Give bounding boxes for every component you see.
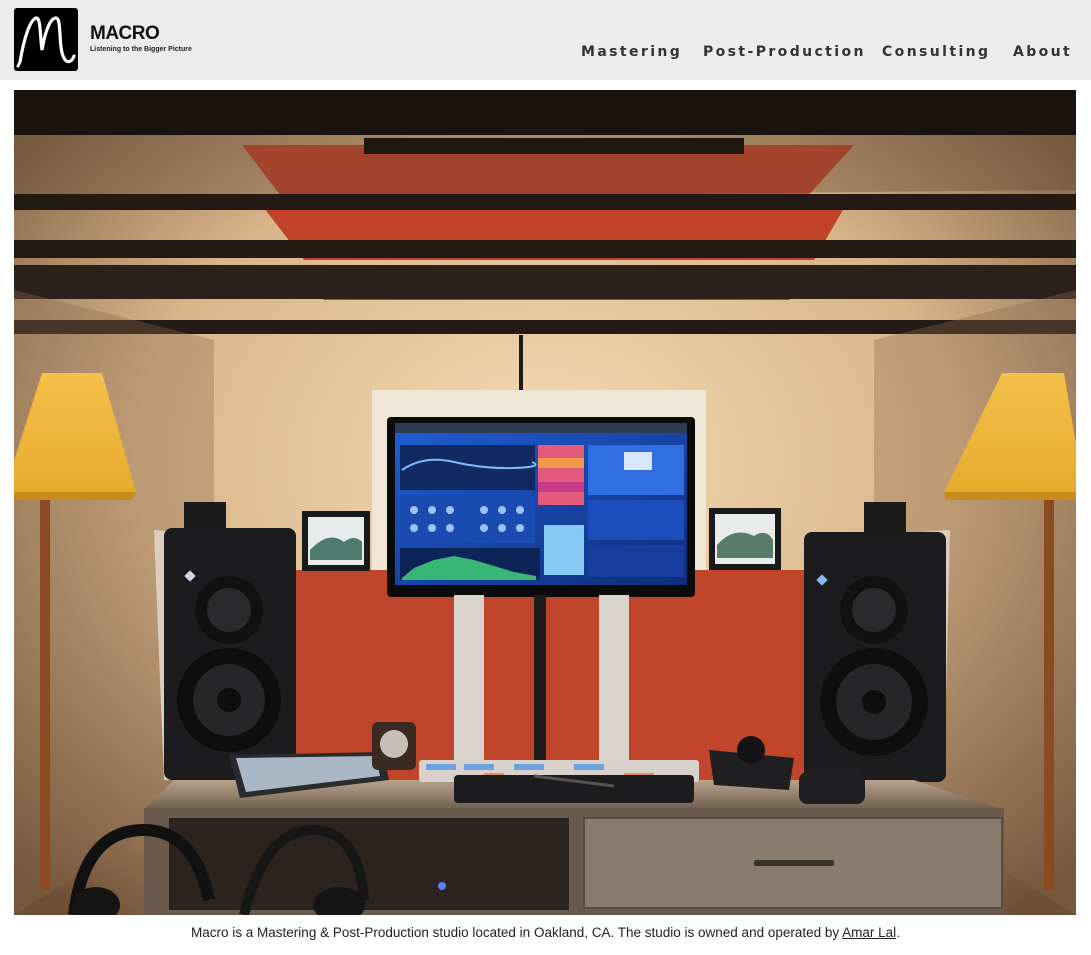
caption-period: .: [896, 925, 900, 940]
studio-photo: [14, 90, 1076, 915]
nav-item-post-production[interactable]: Post-Production: [703, 44, 866, 60]
brand-tagline: Listening to the Bigger Picture: [90, 46, 192, 53]
brand-name: MACRO: [90, 23, 160, 44]
owner-link[interactable]: Amar Lal: [842, 925, 896, 940]
site-header: MACRO Listening to the Bigger Picture Ma…: [0, 0, 1091, 80]
nav-item-consulting[interactable]: Consulting: [882, 44, 990, 60]
macro-m-logo-icon: [14, 8, 78, 71]
nav-item-about[interactable]: About: [1013, 44, 1072, 60]
studio-caption: Macro is a Mastering & Post-Production s…: [0, 925, 1091, 940]
caption-text: Macro is a Mastering & Post-Production s…: [191, 925, 843, 940]
brand-logo[interactable]: MACRO Listening to the Bigger Picture: [14, 8, 194, 71]
nav-item-mastering[interactable]: Mastering: [581, 44, 682, 60]
